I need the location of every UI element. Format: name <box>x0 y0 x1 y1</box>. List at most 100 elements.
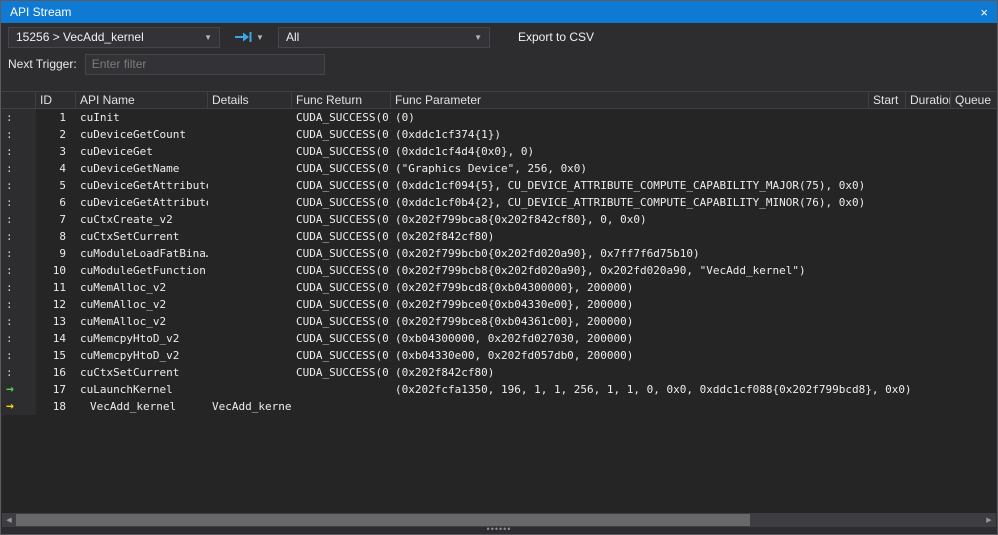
capture-selector-combo[interactable]: 15256 > VecAdd_kernel ▼ <box>8 27 220 48</box>
table-row[interactable]: :13cuMemAlloc_v2CUDA_SUCCESS(0)(0x202f79… <box>2 313 996 330</box>
column-header-details[interactable]: Details <box>208 92 292 108</box>
cell-func-parameter: (0x202f842cf80) <box>391 364 869 381</box>
cell-duration <box>906 398 951 415</box>
gutter-colon-marker: : <box>2 245 36 262</box>
cell-api-name: cuDeviceGetName <box>76 160 208 177</box>
cell-id: 16 <box>36 364 76 381</box>
run-options-chevron-icon[interactable]: ▼ <box>254 27 266 47</box>
table-row[interactable]: :14cuMemcpyHtoD_v2CUDA_SUCCESS(0)(0xb043… <box>2 330 996 347</box>
cell-start <box>869 143 906 160</box>
column-header-queue[interactable]: Queue <box>951 92 996 108</box>
table-row[interactable]: :11cuMemAlloc_v2CUDA_SUCCESS(0)(0x202f79… <box>2 279 996 296</box>
cell-start <box>869 211 906 228</box>
toolbar: 15256 > VecAdd_kernel ▼ ▼ All ▼ Export t… <box>1 23 997 51</box>
column-header-api-name[interactable]: API Name <box>76 92 208 108</box>
table-row[interactable]: →17cuLaunchKernel(0x202fcfa1350, 196, 1,… <box>2 381 996 398</box>
column-header-gutter[interactable] <box>2 92 36 108</box>
column-header-id[interactable]: ID <box>36 92 76 108</box>
cell-func-return: CUDA_SUCCESS(0) <box>292 177 391 194</box>
cell-start <box>869 279 906 296</box>
table-row[interactable]: →18VecAdd_kernelVecAdd_kernel <box>2 398 996 415</box>
cell-id: 12 <box>36 296 76 313</box>
cell-func-return: CUDA_SUCCESS(0) <box>292 347 391 364</box>
column-header-duration[interactable]: Duration <box>906 92 951 108</box>
table-row[interactable]: :1cuInitCUDA_SUCCESS(0)(0) <box>2 109 996 126</box>
table-row[interactable]: :9cuModuleLoadFatBina…CUDA_SUCCESS(0)(0x… <box>2 245 996 262</box>
window-title: API Stream <box>10 5 980 19</box>
chevron-down-icon: ▼ <box>474 33 482 42</box>
cell-id: 7 <box>36 211 76 228</box>
filter-level-combo[interactable]: All ▼ <box>278 27 490 48</box>
cell-func-parameter <box>391 398 869 415</box>
cell-func-return: CUDA_SUCCESS(0) <box>292 228 391 245</box>
cell-details <box>208 262 292 279</box>
cell-func-return: CUDA_SUCCESS(0) <box>292 143 391 160</box>
table-body: :1cuInitCUDA_SUCCESS(0)(0):2cuDeviceGetC… <box>2 109 996 415</box>
table-row[interactable]: :7cuCtxCreate_v2CUDA_SUCCESS(0)(0x202f79… <box>2 211 996 228</box>
cell-duration <box>906 262 951 279</box>
cell-queue <box>951 330 996 347</box>
table-row[interactable]: :4cuDeviceGetNameCUDA_SUCCESS(0)("Graphi… <box>2 160 996 177</box>
cell-details <box>208 381 292 398</box>
cell-start <box>869 262 906 279</box>
cell-id: 6 <box>36 194 76 211</box>
cell-duration <box>906 126 951 143</box>
cell-api-name: cuInit <box>76 109 208 126</box>
cell-queue <box>951 262 996 279</box>
cell-details <box>208 228 292 245</box>
gutter-colon-marker: : <box>2 177 36 194</box>
gutter-colon-marker: : <box>2 211 36 228</box>
cell-api-name: cuModuleLoadFatBina… <box>76 245 208 262</box>
column-header-start[interactable]: Start <box>869 92 906 108</box>
table-row[interactable]: :8cuCtxSetCurrentCUDA_SUCCESS(0)(0x202f8… <box>2 228 996 245</box>
table-row[interactable]: :6cuDeviceGetAttributeCUDA_SUCCESS(0)(0x… <box>2 194 996 211</box>
table-row[interactable]: :10cuModuleGetFunctionCUDA_SUCCESS(0)(0x… <box>2 262 996 279</box>
scrollbar-thumb[interactable] <box>16 514 750 526</box>
cell-details <box>208 296 292 313</box>
scroll-right-arrow-icon[interactable]: ▶ <box>982 513 996 527</box>
cell-duration <box>906 347 951 364</box>
table-row[interactable]: :5cuDeviceGetAttributeCUDA_SUCCESS(0)(0x… <box>2 177 996 194</box>
table-row[interactable]: :2cuDeviceGetCountCUDA_SUCCESS(0)(0xddc1… <box>2 126 996 143</box>
table-row[interactable]: :12cuMemAlloc_v2CUDA_SUCCESS(0)(0x202f79… <box>2 296 996 313</box>
column-header-func-return[interactable]: Func Return <box>292 92 391 108</box>
cell-queue <box>951 347 996 364</box>
cell-details <box>208 279 292 296</box>
cell-api-name: cuMemAlloc_v2 <box>76 313 208 330</box>
cell-start <box>869 245 906 262</box>
cell-func-parameter: (0x202f799bca8{0x202f842cf80}, 0, 0x0) <box>391 211 869 228</box>
cell-func-return: CUDA_SUCCESS(0) <box>292 279 391 296</box>
cell-start <box>869 126 906 143</box>
trigger-row: Next Trigger: <box>1 51 997 77</box>
table-row[interactable]: :3cuDeviceGetCUDA_SUCCESS(0)(0xddc1cf4d4… <box>2 143 996 160</box>
cell-api-name: cuMemcpyHtoD_v2 <box>76 347 208 364</box>
cell-api-name: cuDeviceGetAttribute <box>76 177 208 194</box>
cell-queue <box>951 364 996 381</box>
gutter-marker: → <box>2 398 36 415</box>
cell-id: 5 <box>36 177 76 194</box>
cell-api-name: cuMemAlloc_v2 <box>76 279 208 296</box>
gutter-colon-marker: : <box>2 364 36 381</box>
gutter-colon-marker: : <box>2 330 36 347</box>
export-csv-button[interactable]: Export to CSV <box>506 30 606 44</box>
splitter-grip-dots[interactable]: •••••• <box>1 527 997 534</box>
cell-start <box>869 177 906 194</box>
cell-duration <box>906 313 951 330</box>
gutter-colon-marker: : <box>2 143 36 160</box>
cell-id: 9 <box>36 245 76 262</box>
gutter-colon-marker: : <box>2 279 36 296</box>
column-header-func-parameter[interactable]: Func Parameter <box>391 92 869 108</box>
api-stream-window: API Stream × 15256 > VecAdd_kernel ▼ ▼ A… <box>0 0 998 535</box>
scroll-left-arrow-icon[interactable]: ◀ <box>2 513 16 527</box>
table-row[interactable]: :16cuCtxSetCurrentCUDA_SUCCESS(0)(0x202f… <box>2 364 996 381</box>
step-to-next-kernel-icon[interactable] <box>232 27 254 47</box>
cell-start <box>869 330 906 347</box>
close-icon[interactable]: × <box>980 6 988 19</box>
cell-queue <box>951 398 996 415</box>
table-empty-area <box>2 415 996 513</box>
cell-details <box>208 194 292 211</box>
cell-func-parameter: (0x202f799bcd8{0xb04300000}, 200000) <box>391 279 869 296</box>
cell-start <box>869 194 906 211</box>
trigger-filter-input[interactable] <box>85 54 325 75</box>
table-row[interactable]: :15cuMemcpyHtoD_v2CUDA_SUCCESS(0)(0xb043… <box>2 347 996 364</box>
